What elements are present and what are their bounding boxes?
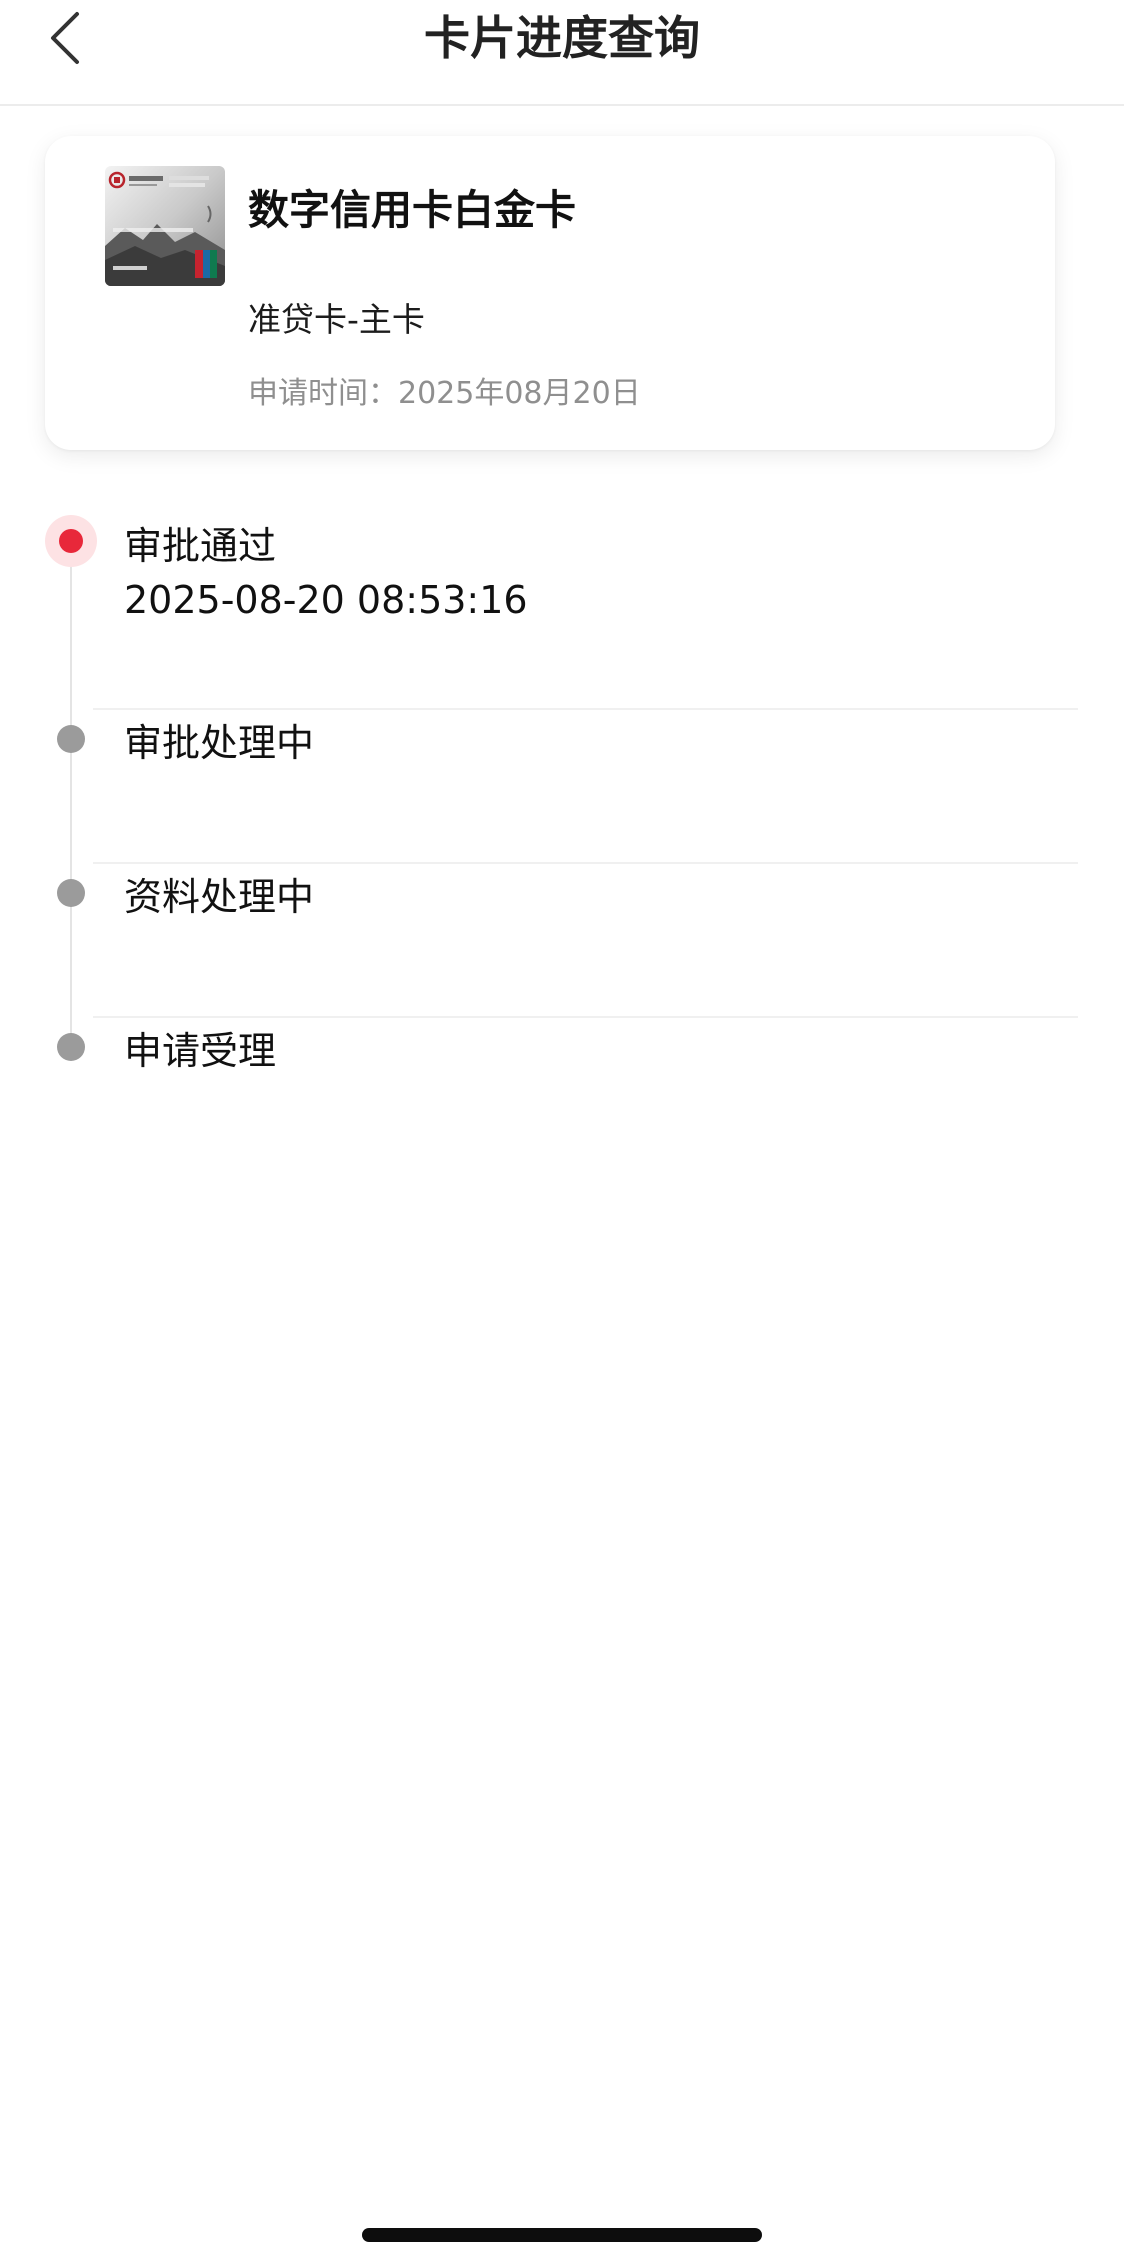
card-type-label: 准贷卡-主卡	[248, 300, 425, 339]
apply-time-value: 2025年08月20日	[398, 376, 641, 411]
apply-time-label: 申请时间：	[248, 376, 398, 411]
pending-status-dot	[57, 725, 85, 753]
credit-card-image	[105, 166, 225, 286]
step-title: 资料处理中	[124, 875, 315, 919]
timeline-divider	[93, 1016, 1078, 1018]
apply-time: 申请时间：2025年08月20日	[248, 368, 641, 412]
step-title: 审批处理中	[124, 721, 315, 765]
progress-page: 卡片进度查询 数字信用卡白金卡 准贷卡-主卡 申请时间：2025年08月20日 …	[0, 0, 1124, 2267]
step-title: 审批通过	[124, 524, 277, 568]
pending-status-dot	[57, 879, 85, 907]
timeline-connector	[70, 540, 72, 1046]
step-time: 2025-08-20 08:53:16	[124, 578, 528, 622]
pending-status-dot	[57, 1033, 85, 1061]
active-status-dot	[59, 529, 83, 553]
card-info-panel: 数字信用卡白金卡 准贷卡-主卡 申请时间：2025年08月20日	[45, 136, 1055, 450]
step-title: 申请受理	[124, 1029, 277, 1073]
timeline-divider	[93, 708, 1078, 710]
card-product-name: 数字信用卡白金卡	[248, 186, 576, 234]
timeline-divider	[93, 862, 1078, 864]
home-indicator[interactable]	[362, 2228, 762, 2242]
page-title: 卡片进度查询	[424, 11, 700, 65]
nav-header: 卡片进度查询	[0, 0, 1124, 106]
